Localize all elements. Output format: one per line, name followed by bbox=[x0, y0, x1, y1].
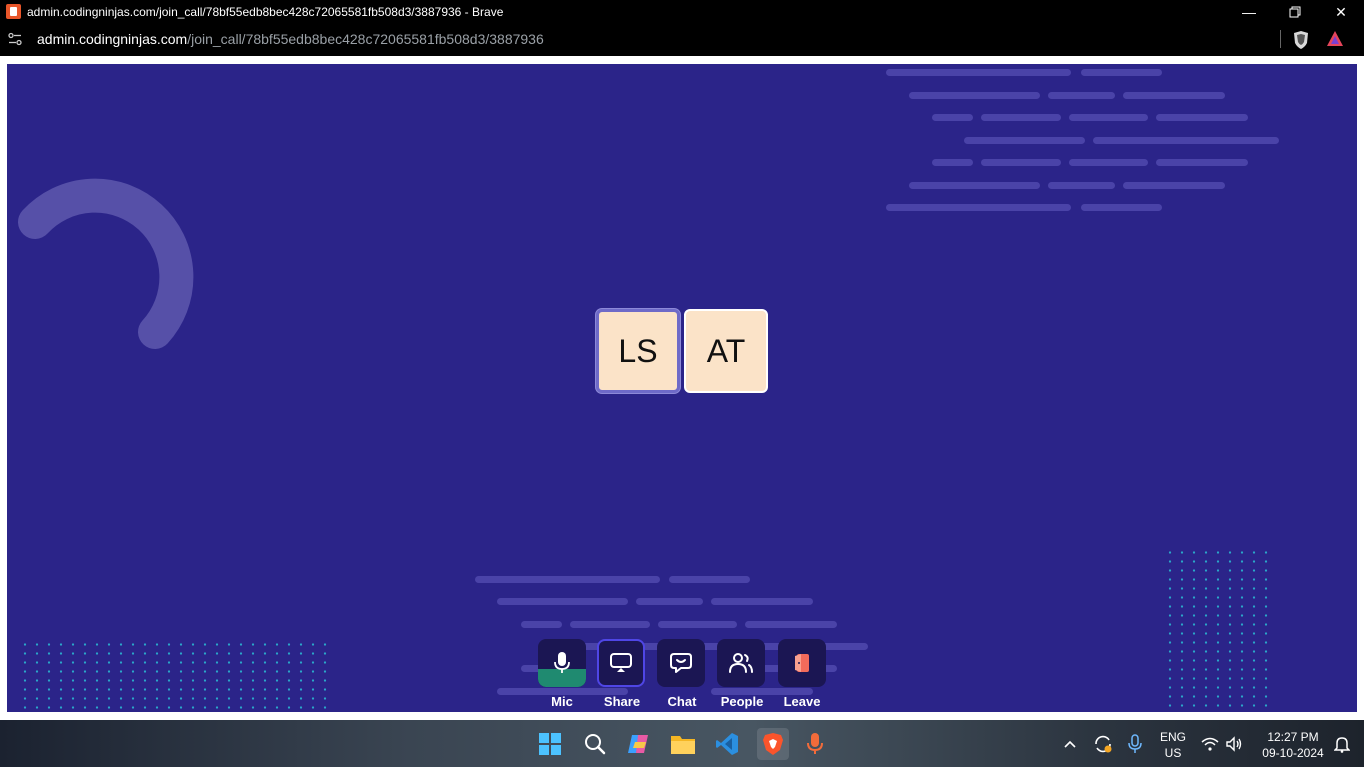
leave-button[interactable] bbox=[778, 639, 826, 687]
decorative-arc bbox=[18, 178, 194, 349]
url-field[interactable]: admin.codingninjas.com/join_call/78bf55e… bbox=[37, 31, 544, 47]
toolbar-divider bbox=[1280, 30, 1281, 48]
participant-tile[interactable]: LS bbox=[596, 309, 680, 393]
url-host: admin.codingninjas.com bbox=[37, 31, 188, 47]
mic-button[interactable] bbox=[538, 639, 586, 687]
screen-share-icon bbox=[610, 653, 632, 672]
dot-pattern-right bbox=[1164, 548, 1276, 712]
web-page: LS AT Mic Share Chat People Leave bbox=[0, 56, 1364, 720]
minimize-button[interactable]: — bbox=[1226, 0, 1272, 24]
brave-shields-icon[interactable] bbox=[1292, 30, 1310, 50]
site-settings-icon[interactable] bbox=[8, 32, 22, 46]
voice-access-microphone-icon[interactable] bbox=[801, 730, 829, 758]
windows-taskbar: ENG US 12:27 PM 09-10-2024 bbox=[0, 720, 1364, 767]
window-title: admin.codingninjas.com/join_call/78bf55e… bbox=[27, 5, 504, 19]
share-button[interactable] bbox=[597, 639, 645, 687]
title-bar: admin.codingninjas.com/join_call/78bf55e… bbox=[0, 0, 1364, 24]
show-hidden-icons-chevron-icon[interactable] bbox=[1058, 730, 1082, 758]
chat-button[interactable] bbox=[657, 639, 705, 687]
participant-tile[interactable]: AT bbox=[684, 309, 768, 393]
clock-time[interactable]: 12:27 PM bbox=[1254, 730, 1332, 744]
chat-bubble-icon bbox=[670, 653, 692, 673]
microphone-icon bbox=[554, 652, 570, 673]
vscode-icon[interactable] bbox=[713, 730, 741, 758]
copilot-icon[interactable] bbox=[625, 730, 653, 758]
address-bar: admin.codingninjas.com/join_call/78bf55e… bbox=[0, 24, 1364, 56]
brave-browser-icon[interactable] bbox=[757, 728, 789, 760]
brave-rewards-icon[interactable] bbox=[1326, 30, 1344, 48]
restore-button[interactable] bbox=[1272, 0, 1318, 24]
notification-bell-icon[interactable] bbox=[1330, 730, 1354, 758]
people-button[interactable] bbox=[717, 639, 765, 687]
dot-pattern-left bbox=[19, 640, 327, 712]
people-icon bbox=[729, 653, 753, 673]
clock-date[interactable]: 09-10-2024 bbox=[1254, 746, 1332, 760]
video-call-stage: LS AT Mic Share Chat People Leave bbox=[7, 64, 1357, 712]
sync-update-icon[interactable] bbox=[1090, 730, 1116, 758]
windows-start-icon[interactable] bbox=[536, 730, 564, 758]
leave-label: Leave bbox=[783, 694, 821, 709]
wifi-icon[interactable] bbox=[1198, 730, 1222, 758]
input-language-code[interactable]: ENG bbox=[1156, 730, 1190, 744]
file-explorer-icon[interactable] bbox=[669, 730, 697, 758]
site-favicon-icon bbox=[6, 4, 21, 19]
url-path: /join_call/78bf55edb8bec428c72065581fb50… bbox=[187, 31, 544, 47]
input-region-code[interactable]: US bbox=[1156, 746, 1190, 760]
volume-icon[interactable] bbox=[1222, 730, 1246, 758]
close-button[interactable]: ✕ bbox=[1318, 0, 1364, 24]
exit-door-icon bbox=[795, 654, 809, 672]
search-icon[interactable] bbox=[581, 730, 609, 758]
tray-microphone-icon[interactable] bbox=[1122, 730, 1148, 758]
